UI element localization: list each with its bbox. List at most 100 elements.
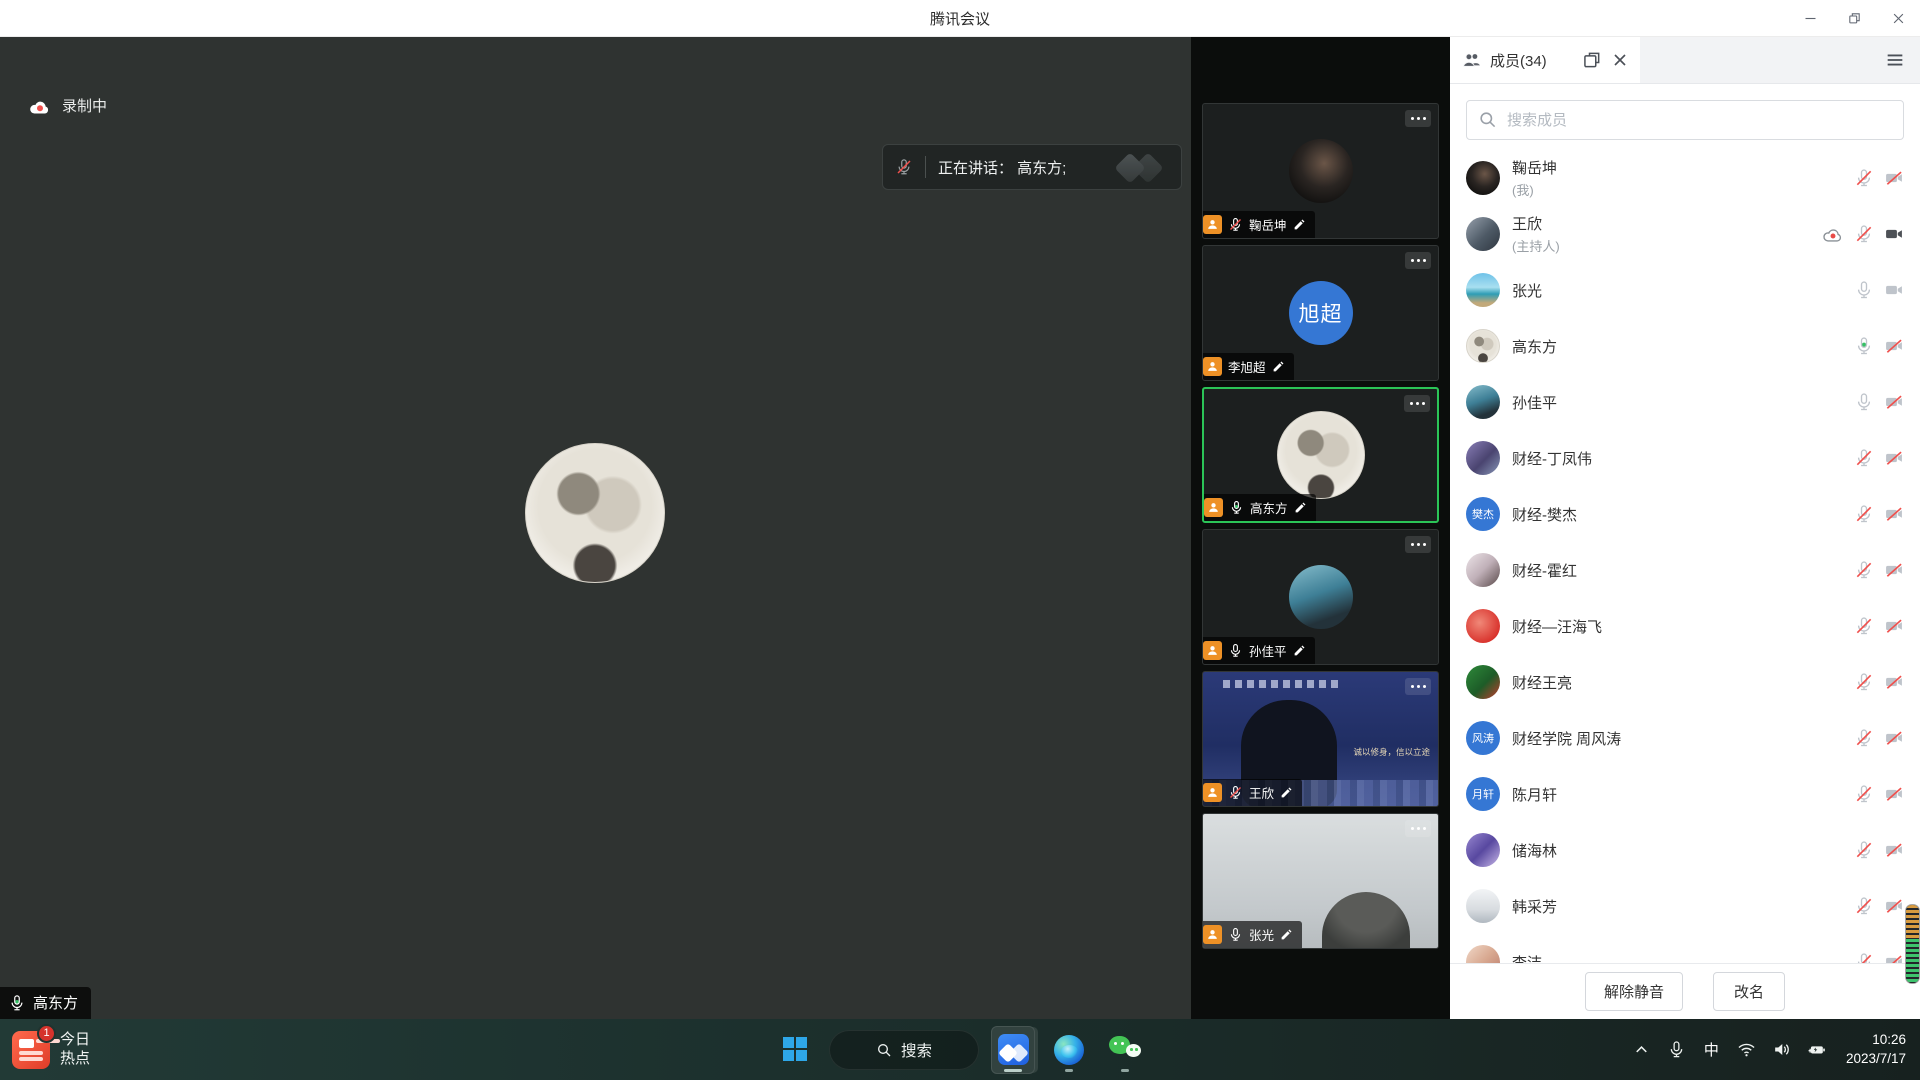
camera-status-icon[interactable] bbox=[1884, 728, 1904, 748]
member-name: 财经—汪海飞 bbox=[1512, 616, 1854, 637]
member-avatar: 风涛 bbox=[1466, 721, 1500, 755]
mic-status-icon[interactable] bbox=[1854, 504, 1874, 524]
mic-status-icon[interactable] bbox=[1854, 728, 1874, 748]
camera-status-icon[interactable] bbox=[1884, 168, 1904, 188]
camera-status-icon[interactable] bbox=[1884, 336, 1904, 356]
member-row[interactable]: 储海林 bbox=[1450, 822, 1920, 878]
tray-clock[interactable]: 10:26 2023/7/17 bbox=[1846, 1031, 1906, 1067]
mic-status-icon[interactable] bbox=[1854, 560, 1874, 580]
taskbar-app-edge[interactable] bbox=[1047, 1026, 1091, 1074]
camera-status-icon[interactable] bbox=[1884, 840, 1904, 860]
mic-status-icon[interactable] bbox=[1854, 952, 1874, 963]
video-thumbnail[interactable]: 孙佳平 bbox=[1202, 529, 1439, 665]
more-options-icon[interactable] bbox=[1405, 820, 1431, 837]
thumbnail-avatar: 旭超 bbox=[1289, 281, 1353, 345]
main-video-stage: 录制中 正在讲话： 高东方; 高东方 bbox=[0, 37, 1191, 1019]
edit-name-icon[interactable] bbox=[1272, 360, 1285, 373]
members-tab[interactable]: 成员(34) bbox=[1450, 37, 1640, 83]
host-badge-icon bbox=[1203, 641, 1222, 660]
video-thumbnail[interactable]: 诚以修身，信以立途 王欣 bbox=[1202, 671, 1439, 807]
camera-status-icon[interactable] bbox=[1884, 224, 1904, 244]
mic-status-icon[interactable] bbox=[1854, 840, 1874, 860]
member-row[interactable]: 月轩 陈月轩 bbox=[1450, 766, 1920, 822]
members-panel: 成员(34) 鞠 bbox=[1450, 37, 1920, 1019]
camera-status-icon[interactable] bbox=[1884, 448, 1904, 468]
window-controls bbox=[1788, 0, 1920, 37]
camera-status-icon[interactable] bbox=[1884, 896, 1904, 916]
video-thumbnail[interactable]: 张光 bbox=[1202, 813, 1439, 949]
member-row[interactable]: 财经-霍红 bbox=[1450, 542, 1920, 598]
mic-status-icon[interactable] bbox=[1854, 392, 1874, 412]
mic-status-icon[interactable] bbox=[1854, 224, 1874, 244]
member-row[interactable]: 鞠岳坤 (我) bbox=[1450, 150, 1920, 206]
camera-status-icon[interactable] bbox=[1884, 616, 1904, 636]
camera-status-icon[interactable] bbox=[1884, 392, 1904, 412]
more-options-icon[interactable] bbox=[1405, 252, 1431, 269]
more-options-icon[interactable] bbox=[1405, 536, 1431, 553]
member-row[interactable]: 王欣 (主持人) bbox=[1450, 206, 1920, 262]
camera-status-icon[interactable] bbox=[1884, 784, 1904, 804]
edit-name-icon[interactable] bbox=[1280, 786, 1293, 799]
close-button[interactable] bbox=[1876, 0, 1920, 37]
camera-status-icon[interactable] bbox=[1884, 280, 1904, 300]
more-options-icon[interactable] bbox=[1405, 678, 1431, 695]
popout-panel-icon[interactable] bbox=[1582, 50, 1602, 70]
mic-status-icon[interactable] bbox=[1854, 280, 1874, 300]
members-panel-footer: 解除静音 改名 bbox=[1450, 963, 1920, 1019]
more-options-icon[interactable] bbox=[1404, 395, 1430, 412]
taskbar-search[interactable]: 搜索 bbox=[829, 1030, 979, 1070]
news-widget-label: 今日热点 bbox=[60, 1031, 90, 1069]
member-row[interactable]: 高东方 bbox=[1450, 318, 1920, 374]
camera-status-icon[interactable] bbox=[1884, 672, 1904, 692]
tray-microphone-icon[interactable] bbox=[1667, 1040, 1686, 1059]
tray-volume-icon[interactable] bbox=[1772, 1040, 1791, 1059]
mic-status-icon[interactable] bbox=[1854, 896, 1874, 916]
taskbar-app-tencent-meeting[interactable] bbox=[991, 1026, 1035, 1074]
more-options-icon[interactable] bbox=[1405, 110, 1431, 127]
news-widget[interactable]: 1 今日热点 bbox=[12, 1019, 90, 1080]
tray-chevron-icon[interactable] bbox=[1632, 1040, 1651, 1059]
edit-name-icon[interactable] bbox=[1293, 218, 1306, 231]
unmute-button[interactable]: 解除静音 bbox=[1585, 972, 1683, 1011]
edit-name-icon[interactable] bbox=[1294, 501, 1307, 514]
mic-status-icon[interactable] bbox=[1854, 784, 1874, 804]
audio-level-meter bbox=[1906, 905, 1919, 983]
member-avatar bbox=[1466, 161, 1500, 195]
video-thumbnail[interactable]: 旭超 李旭超 bbox=[1202, 245, 1439, 381]
member-row[interactable]: 张光 bbox=[1450, 262, 1920, 318]
search-members-input[interactable] bbox=[1466, 100, 1904, 140]
camera-status-icon[interactable] bbox=[1884, 952, 1904, 963]
member-name: 财经王亮 bbox=[1512, 672, 1854, 693]
tray-ime-indicator[interactable]: 中 bbox=[1702, 1040, 1721, 1059]
close-panel-icon[interactable] bbox=[1610, 50, 1630, 70]
member-row[interactable]: 李洁 bbox=[1450, 934, 1920, 963]
member-row[interactable]: 孙佳平 bbox=[1450, 374, 1920, 430]
minimize-button[interactable] bbox=[1788, 0, 1832, 37]
mic-status-icon[interactable] bbox=[1854, 336, 1874, 356]
member-row[interactable]: 韩采芳 bbox=[1450, 878, 1920, 934]
member-row[interactable]: 樊杰 财经-樊杰 bbox=[1450, 486, 1920, 542]
tray-wifi-icon[interactable] bbox=[1737, 1040, 1756, 1059]
camera-status-icon[interactable] bbox=[1884, 504, 1904, 524]
member-row[interactable]: 财经-丁凤伟 bbox=[1450, 430, 1920, 486]
start-button[interactable] bbox=[773, 1026, 817, 1074]
video-thumbnail[interactable]: 鞠岳坤 bbox=[1202, 103, 1439, 239]
taskbar-app-wechat[interactable] bbox=[1103, 1026, 1147, 1074]
rename-button[interactable]: 改名 bbox=[1713, 972, 1785, 1011]
member-row[interactable]: 财经王亮 bbox=[1450, 654, 1920, 710]
members-icon bbox=[1462, 50, 1482, 70]
mic-status-icon[interactable] bbox=[1854, 448, 1874, 468]
mic-status-icon[interactable] bbox=[1854, 672, 1874, 692]
restore-button[interactable] bbox=[1832, 0, 1876, 37]
panel-menu-icon[interactable] bbox=[1884, 49, 1906, 71]
member-avatar bbox=[1466, 665, 1500, 699]
member-row[interactable]: 财经—汪海飞 bbox=[1450, 598, 1920, 654]
edit-name-icon[interactable] bbox=[1280, 928, 1293, 941]
mic-status-icon[interactable] bbox=[1854, 616, 1874, 636]
video-thumbnail[interactable]: 高东方 bbox=[1202, 387, 1439, 523]
tray-battery-icon[interactable] bbox=[1807, 1040, 1826, 1059]
mic-status-icon[interactable] bbox=[1854, 168, 1874, 188]
edit-name-icon[interactable] bbox=[1293, 644, 1306, 657]
member-row[interactable]: 风涛 财经学院 周风涛 bbox=[1450, 710, 1920, 766]
camera-status-icon[interactable] bbox=[1884, 560, 1904, 580]
